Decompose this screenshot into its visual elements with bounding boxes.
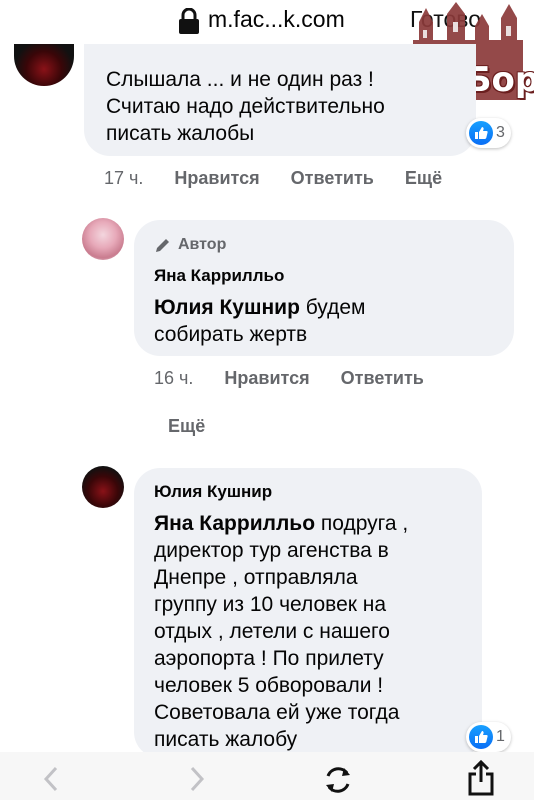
comment-actions: 16 ч. Нравится Ответить bbox=[154, 368, 450, 389]
comment-time: 16 ч. bbox=[154, 368, 194, 388]
comment-text-line: писать жалобы bbox=[106, 122, 255, 145]
back-icon[interactable] bbox=[40, 766, 62, 792]
comment-text-line: Днепре , отправляла bbox=[154, 566, 358, 589]
lock-icon bbox=[179, 8, 199, 34]
reload-icon[interactable] bbox=[322, 764, 354, 796]
comment-text-line: человек 5 обворовали ! bbox=[154, 674, 384, 697]
comment-author[interactable]: Юлия Кушнир bbox=[154, 482, 272, 502]
reaction-badge[interactable]: 3 bbox=[466, 118, 511, 148]
comment-text-line: отдых , летели с нашего bbox=[154, 620, 390, 643]
like-icon bbox=[469, 725, 493, 749]
mention-link[interactable]: Яна Каррилльо bbox=[154, 512, 315, 535]
mention-link[interactable]: Юлия Кушнир bbox=[154, 296, 300, 319]
comment-bubble: Слышала ... и не один раз ! Считаю надо … bbox=[84, 44, 476, 156]
comment-text-line: Считаю надо действительно bbox=[106, 95, 385, 118]
comment-text-line: Юлия Кушнир будем bbox=[154, 296, 366, 319]
reply-button[interactable]: Ответить bbox=[341, 368, 424, 388]
comment-author[interactable]: Яна Каррилльо bbox=[154, 266, 284, 286]
comment-actions: 17 ч. Нравится Ответить Ещё bbox=[104, 168, 468, 189]
comment-text-line: группу из 10 человек на bbox=[154, 593, 387, 616]
reaction-count: 1 bbox=[496, 728, 505, 745]
avatar[interactable] bbox=[14, 44, 74, 86]
more-button[interactable]: Ещё bbox=[168, 416, 205, 437]
comment-text-line: Яна Каррилльо подруга , bbox=[154, 512, 409, 535]
comment-text-line: собирать жертв bbox=[154, 323, 308, 346]
avatar[interactable] bbox=[82, 218, 124, 260]
comment-text-line: аэропорта ! По прилету bbox=[154, 647, 384, 670]
reaction-count: 3 bbox=[496, 124, 505, 141]
reply-button[interactable]: Ответить bbox=[291, 168, 374, 188]
url-text[interactable]: m.fac...k.com bbox=[208, 6, 345, 33]
share-icon[interactable] bbox=[466, 760, 496, 796]
like-button[interactable]: Нравится bbox=[174, 168, 259, 188]
like-button[interactable]: Нравится bbox=[224, 368, 309, 388]
more-button[interactable]: Ещё bbox=[405, 168, 442, 188]
comment-text-line: Слышала ... и не один раз ! bbox=[106, 68, 374, 91]
comment-text-line: писать жалобу bbox=[154, 728, 298, 751]
like-icon bbox=[469, 121, 493, 145]
comment-text-line: директор тур агенства в bbox=[154, 539, 389, 562]
reaction-badge[interactable]: 1 bbox=[466, 722, 511, 752]
forward-icon[interactable] bbox=[186, 766, 208, 792]
author-badge: Автор bbox=[178, 236, 227, 253]
browser-toolbar bbox=[0, 752, 534, 800]
avatar[interactable] bbox=[82, 466, 124, 508]
comment-text-line: Советовала ей уже тогда bbox=[154, 701, 400, 724]
comment-time: 17 ч. bbox=[104, 168, 144, 188]
comment-bubble: Автор Яна Каррилльо Юлия Кушнир будем со… bbox=[134, 220, 514, 356]
pencil-icon bbox=[156, 239, 169, 252]
comment-bubble: Юлия Кушнир Яна Каррилльо подруга , дире… bbox=[134, 468, 482, 758]
